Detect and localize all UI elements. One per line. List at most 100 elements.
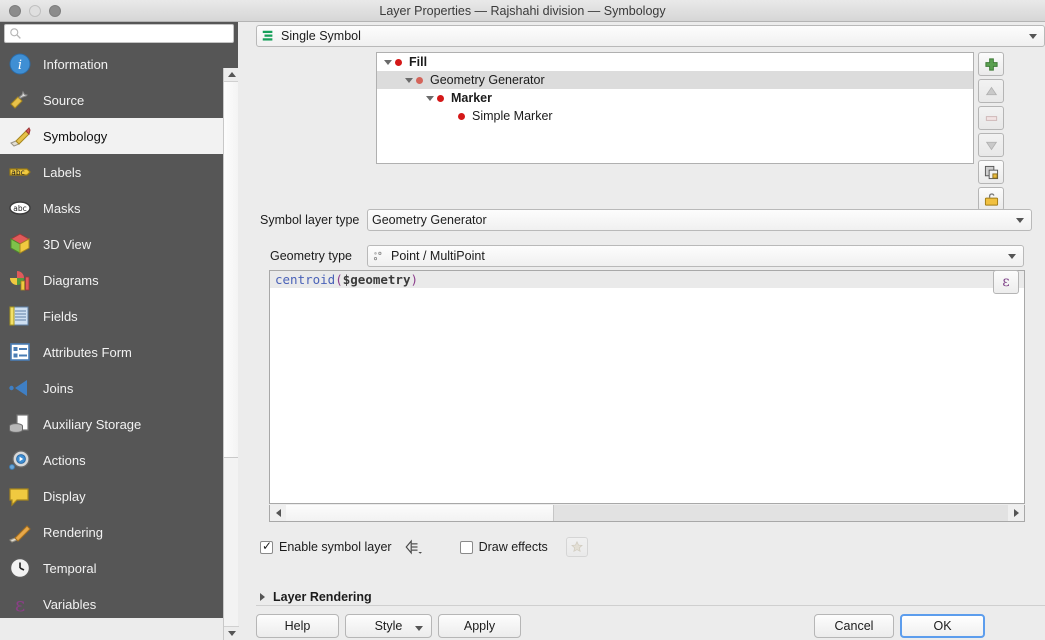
sidebar-item-label: Masks (43, 200, 81, 216)
effects-star-icon (570, 540, 583, 553)
tree-row[interactable]: Marker (377, 89, 973, 107)
lock-layer-button[interactable] (978, 187, 1004, 211)
draw-effects-settings-button[interactable] (565, 537, 588, 557)
copy-icon (984, 165, 998, 179)
scroll-right-arrow[interactable] (1008, 505, 1024, 521)
maximize-button[interactable] (49, 4, 61, 17)
rendering-icon (8, 520, 32, 544)
sidebar-item-3d-view[interactable]: 3D View (0, 226, 238, 262)
enable-symbol-layer-checkbox[interactable] (260, 539, 273, 554)
expression-token-paren: ) (410, 272, 419, 287)
data-defined-override-button[interactable] (402, 537, 424, 557)
fields-icon (8, 304, 32, 328)
sidebar-item-variables[interactable]: ε Variables (0, 586, 238, 618)
expression-horizontal-scrollbar[interactable] (269, 505, 1025, 522)
symbol-tree-button-group (978, 52, 1034, 214)
tree-row[interactable]: Geometry Generator (377, 71, 973, 89)
tree-expand-toggle[interactable] (423, 95, 437, 101)
sidebar-item-actions[interactable]: Actions (0, 442, 238, 478)
sidebar-item-label: Attributes Form (43, 344, 132, 360)
sidebar-item-diagrams[interactable]: Diagrams (0, 262, 238, 298)
sidebar-item-attributes-form[interactable]: Attributes Form (0, 334, 238, 370)
symbol-preview-dot-icon (458, 112, 465, 120)
search-input[interactable] (25, 26, 229, 41)
expression-builder-button[interactable]: ε (993, 270, 1019, 294)
sidebar-item-label: Joins (43, 380, 74, 396)
sidebar-item-display[interactable]: Display (0, 478, 238, 514)
chevron-down-icon (415, 626, 423, 631)
geometry-type-combo[interactable]: Point / MultiPoint (367, 245, 1024, 267)
data-defined-override-icon (405, 539, 422, 555)
sidebar-item-label: Actions (43, 452, 86, 468)
duplicate-symbol-layer-button[interactable] (978, 160, 1004, 184)
chevron-down-icon (1016, 218, 1024, 223)
sidebar-item-labels[interactable]: abc Labels (0, 154, 238, 190)
svg-text:i: i (18, 58, 22, 73)
sidebar-scrollbar-thumb[interactable] (224, 82, 239, 458)
joins-icon (8, 376, 32, 400)
masks-icon: abc (8, 196, 32, 220)
tree-expand-toggle[interactable] (381, 59, 395, 65)
expression-token-function: centroid (275, 272, 336, 287)
sidebar-item-joins[interactable]: Joins (0, 370, 238, 406)
svg-text:abc: abc (13, 204, 26, 213)
scroll-down-arrow[interactable] (224, 626, 239, 640)
information-icon: i (8, 52, 32, 76)
expression-editor[interactable]: centroid($geometry) (269, 270, 1025, 504)
tree-row-label: Fill (409, 55, 428, 69)
sidebar-item-rendering[interactable]: Rendering (0, 514, 238, 550)
sidebar-item-masks[interactable]: abc Masks (0, 190, 238, 226)
geometry-type-label: Geometry type (270, 249, 352, 263)
search-box[interactable] (4, 24, 234, 43)
labels-icon: abc (8, 160, 32, 184)
expression-token-paren: ( (335, 272, 343, 287)
divider (256, 605, 1045, 606)
expression-token-variable: $geometry (342, 272, 411, 287)
move-down-button[interactable] (978, 133, 1004, 157)
symbol-layer-tree[interactable]: Fill Geometry Generator Marker Simple Marke… (376, 52, 974, 164)
layer-rendering-section[interactable]: Layer Rendering (260, 590, 372, 604)
epsilon-icon: ε (1002, 274, 1010, 290)
tree-row[interactable]: Simple Marker (377, 107, 973, 125)
traffic-light-group (0, 4, 61, 17)
sidebar-item-information[interactable]: i Information (0, 46, 238, 82)
scroll-left-arrow[interactable] (270, 505, 286, 521)
sidebar-scrollbar[interactable] (223, 68, 239, 640)
chevron-down-icon (405, 77, 413, 83)
tree-expand-toggle[interactable] (402, 77, 416, 83)
expression-hscrollbar-track[interactable] (554, 505, 1008, 521)
minimize-button[interactable] (29, 4, 41, 17)
renderer-type-value: Single Symbol (281, 29, 361, 43)
sidebar-item-source[interactable]: Source (0, 82, 238, 118)
svg-text:ε: ε (15, 592, 25, 616)
tree-row[interactable]: Fill (377, 53, 973, 71)
symbol-layer-type-combo[interactable]: Geometry Generator (367, 209, 1032, 231)
tree-row-label: Marker (451, 91, 492, 105)
renderer-type-combo[interactable]: Single Symbol (256, 25, 1045, 47)
sidebar-item-fields[interactable]: Fields (0, 298, 238, 334)
plus-icon (984, 57, 998, 71)
sidebar-item-label: Labels (43, 164, 82, 180)
unlocked-folder-icon (984, 192, 998, 206)
display-icon (8, 484, 32, 508)
remove-symbol-layer-button[interactable] (978, 106, 1004, 130)
chevron-down-icon (1029, 34, 1037, 39)
scroll-up-arrow[interactable] (224, 68, 239, 82)
sidebar-item-temporal[interactable]: Temporal (0, 550, 238, 586)
sidebar-item-symbology[interactable]: Symbology (0, 118, 238, 154)
draw-effects-checkbox[interactable] (459, 540, 473, 554)
move-up-button[interactable] (978, 79, 1004, 103)
sidebar-item-auxiliary-storage[interactable]: Auxiliary Storage (0, 406, 238, 442)
close-button[interactable] (9, 4, 21, 17)
add-symbol-layer-button[interactable] (978, 52, 1004, 76)
arrow-down-icon (985, 141, 997, 150)
sidebar-item-label: Temporal (43, 560, 97, 576)
expression-hscrollbar-thumb[interactable] (286, 505, 554, 521)
symbol-preview-dot-icon (395, 58, 402, 66)
style-button-label: Style (374, 619, 403, 633)
enable-symbol-layer-label: Enable symbol layer (279, 540, 392, 554)
symbology-icon (8, 124, 32, 148)
geometry-type-value: Point / MultiPoint (391, 249, 485, 263)
source-icon (8, 88, 32, 112)
sidebar-item-label: Symbology (43, 128, 108, 144)
